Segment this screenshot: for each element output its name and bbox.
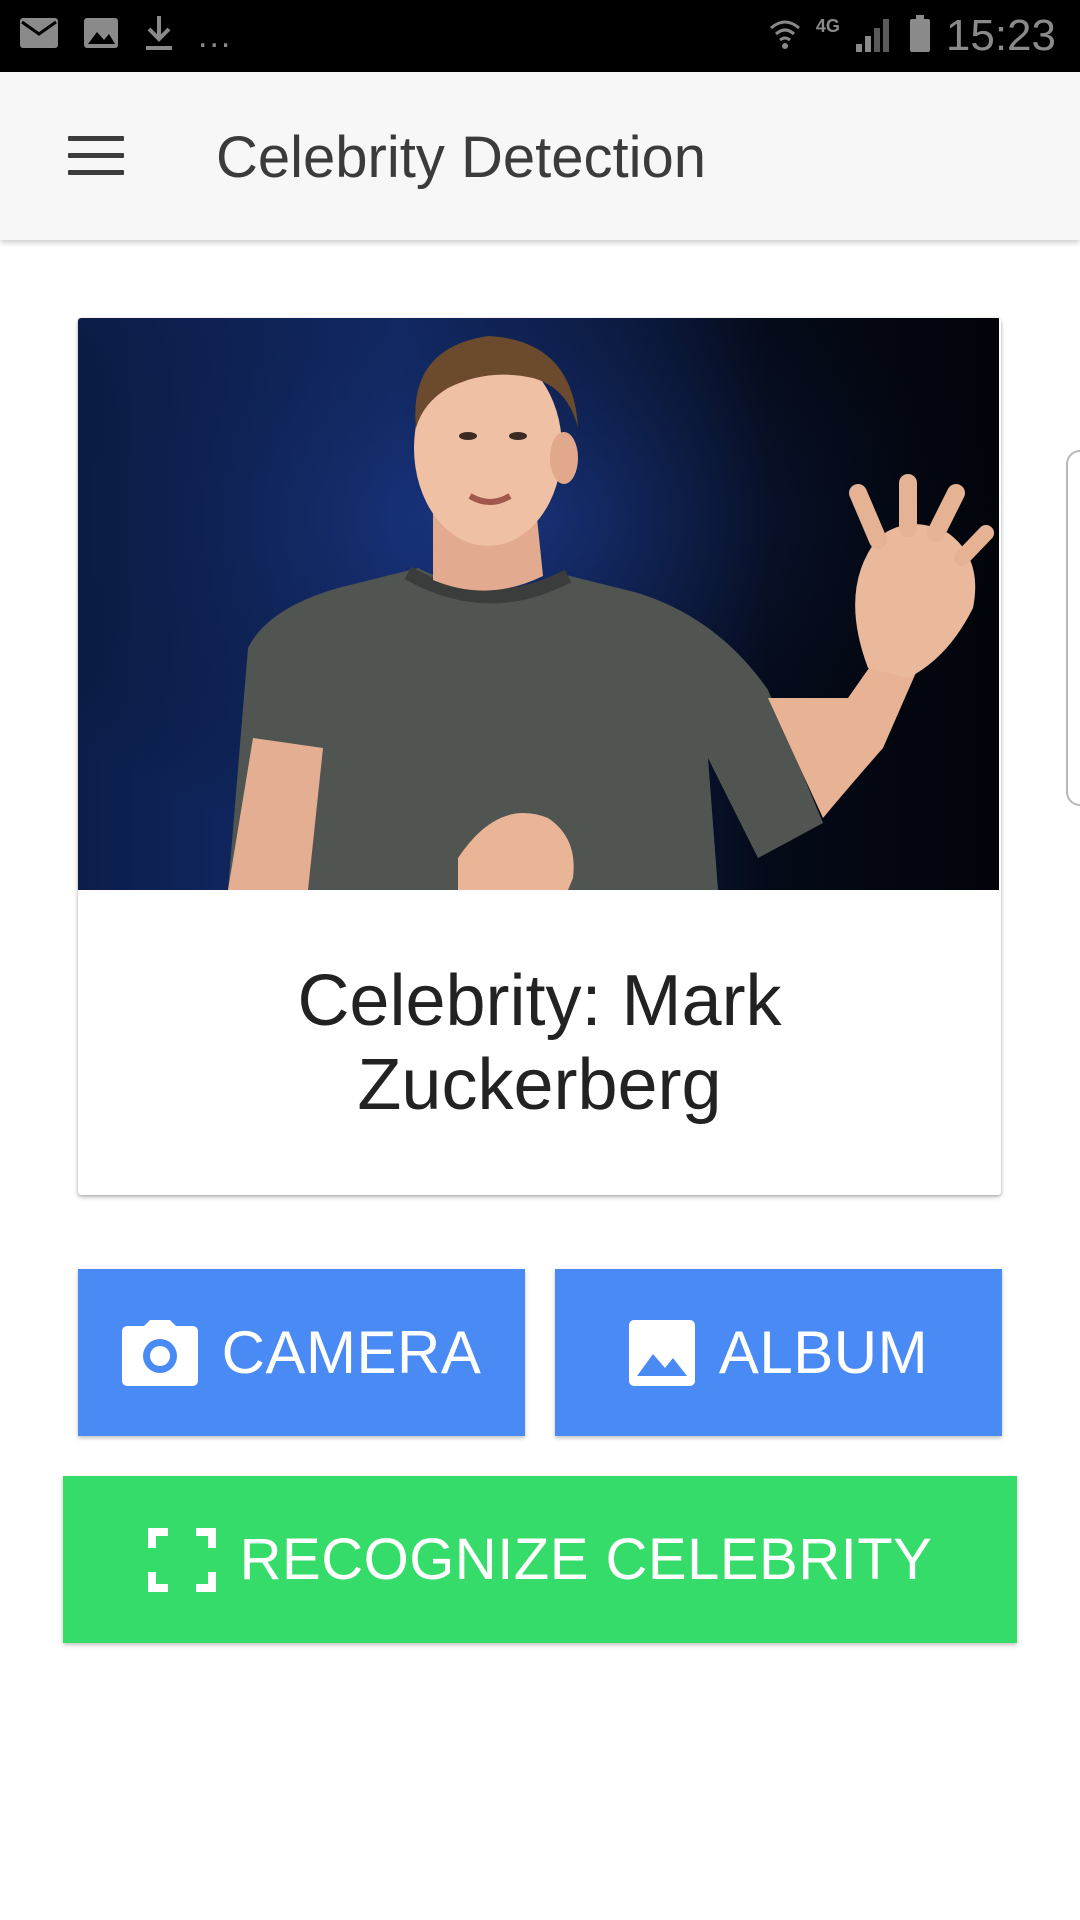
person-photo	[78, 318, 999, 890]
image-icon	[82, 16, 120, 55]
system-icons: 4G 15:23	[768, 8, 1056, 64]
camera-button[interactable]: CAMERA	[78, 1269, 525, 1436]
celebrity-result: Celebrity: Mark Zuckerberg	[297, 960, 782, 1125]
album-button-label: ALBUM	[718, 1319, 929, 1386]
result-card: Celebrity: Mark Zuckerberg	[78, 318, 1001, 1195]
result-caption-area: Celebrity: Mark Zuckerberg	[78, 890, 1001, 1195]
notification-icons: ...	[18, 14, 232, 57]
scan-frame-icon	[147, 1527, 216, 1592]
image-icon	[628, 1319, 695, 1386]
battery-icon	[908, 14, 932, 59]
hamburger-menu-icon[interactable]	[68, 136, 124, 176]
network-type: 4G	[815, 15, 840, 36]
wifi-icon	[768, 14, 802, 59]
camera-button-label: CAMERA	[221, 1319, 482, 1386]
download-icon	[142, 14, 176, 57]
status-bar: ... 4G 15:23	[0, 0, 1080, 72]
clock: 15:23	[945, 11, 1056, 60]
app-bar: Celebrity Detection	[0, 72, 1080, 240]
page-title: Celebrity Detection	[216, 125, 706, 190]
more-notifications: ...	[198, 16, 233, 55]
camera-icon	[121, 1319, 198, 1386]
edge-panel-handle[interactable]	[1066, 450, 1080, 806]
signal-icon	[854, 14, 894, 59]
person-illustration	[78, 318, 999, 890]
recognize-celebrity-button[interactable]: RECOGNIZE CELEBRITY	[63, 1476, 1017, 1643]
mail-icon	[18, 16, 60, 55]
recognize-button-label: RECOGNIZE CELEBRITY	[239, 1527, 933, 1592]
album-button[interactable]: ALBUM	[555, 1269, 1002, 1436]
